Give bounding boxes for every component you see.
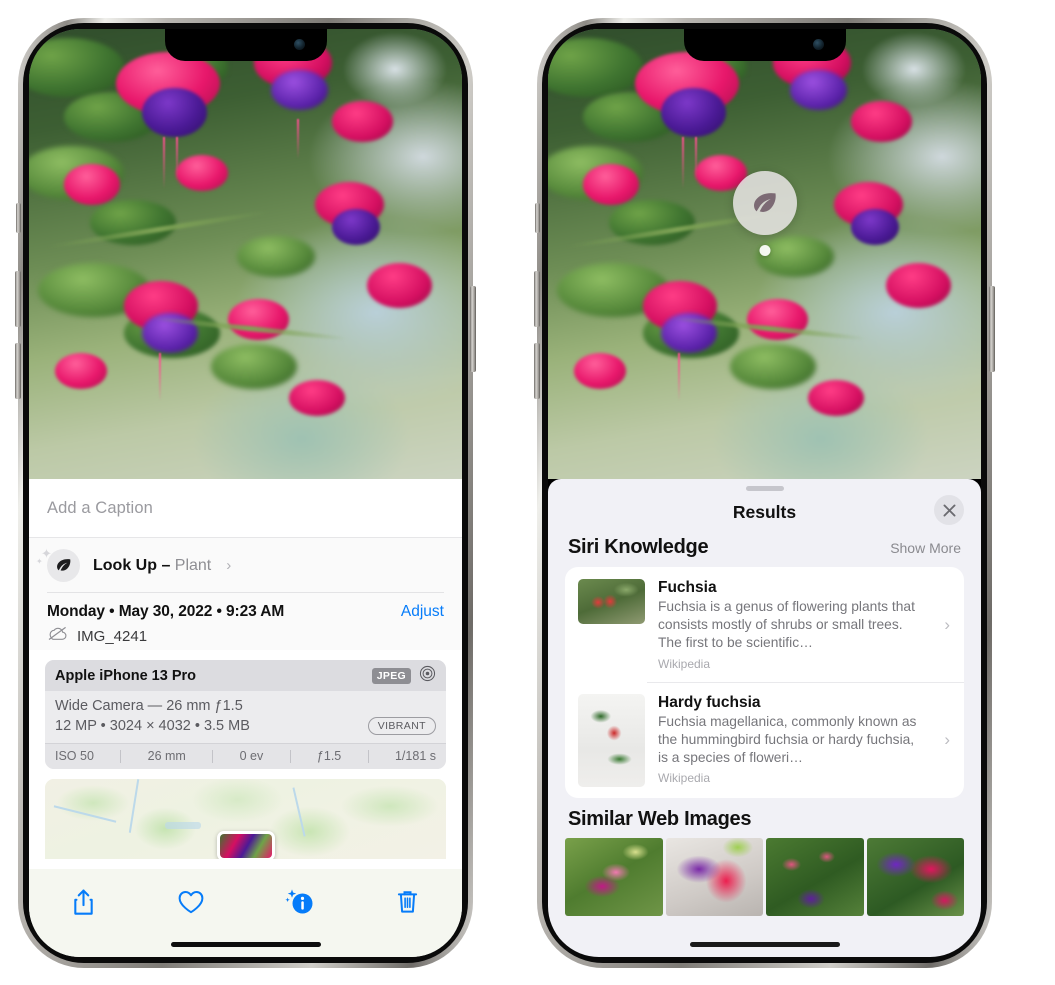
- knowledge-row[interactable]: Fuchsia Fuchsia is a genus of flowering …: [565, 567, 964, 682]
- power-button[interactable]: [989, 286, 995, 372]
- favorite-button[interactable]: [168, 881, 214, 923]
- web-image-thumbnail[interactable]: [565, 837, 663, 916]
- similar-web-images-header: Similar Web Images: [548, 798, 981, 838]
- knowledge-source: Wikipedia: [658, 771, 711, 786]
- knowledge-title: Fuchsia: [658, 579, 717, 596]
- knowledge-description: Fuchsia is a genus of flowering plants t…: [658, 599, 915, 651]
- web-image-thumbnail[interactable]: [766, 837, 864, 916]
- delete-button[interactable]: [385, 881, 431, 923]
- knowledge-description: Fuchsia magellanica, commonly known as t…: [658, 713, 917, 766]
- sparkle-small-icon: ✦: [36, 557, 43, 566]
- adjust-button[interactable]: Adjust: [401, 603, 444, 621]
- photo-viewer-left[interactable]: [29, 29, 462, 479]
- caption-field[interactable]: Add a Caption: [29, 479, 462, 538]
- cloud-slash-icon: [47, 626, 68, 646]
- front-camera: [293, 39, 305, 50]
- volume-up-button[interactable]: [15, 271, 21, 327]
- info-button[interactable]: [277, 881, 323, 923]
- photo-date: Monday • May 30, 2022 • 9:23 AM: [47, 603, 285, 620]
- look-up-row[interactable]: ✦ ✦ Look Up – Plant ›: [29, 538, 462, 593]
- exif-aperture: ƒ1.5: [316, 749, 342, 763]
- visual-lookup-anchor-dot: [759, 245, 770, 256]
- chevron-right-icon: ›: [226, 557, 232, 574]
- web-image-thumbnail[interactable]: [866, 837, 964, 916]
- location-map[interactable]: [45, 779, 446, 859]
- section-title: Siri Knowledge: [568, 536, 709, 558]
- volume-down-button[interactable]: [15, 343, 21, 399]
- web-image-thumbnail[interactable]: [665, 837, 763, 916]
- leaf-icon: [47, 549, 80, 582]
- section-title: Similar Web Images: [568, 807, 752, 830]
- mute-switch[interactable]: [16, 203, 21, 233]
- lens-info: Wide Camera — 26 mm ƒ1.5: [55, 698, 243, 714]
- power-button[interactable]: [470, 286, 476, 372]
- chevron-right-icon: ›: [944, 730, 950, 750]
- home-indicator[interactable]: [689, 942, 840, 947]
- knowledge-row[interactable]: Hardy fuchsia Fuchsia magellanica, commo…: [565, 681, 964, 798]
- similar-web-images-row: [548, 837, 981, 916]
- aperture-icon: [419, 665, 436, 687]
- show-more-button[interactable]: Show More: [890, 540, 961, 556]
- siri-knowledge-header: Siri Knowledge Show More: [548, 533, 981, 567]
- photo-filename: IMG_4241: [77, 627, 148, 645]
- exif-row: ISO 50 26 mm 0 ev ƒ1.5 1/181 s: [45, 743, 446, 769]
- siri-knowledge-card: Fuchsia Fuchsia is a genus of flowering …: [565, 567, 964, 798]
- volume-up-button[interactable]: [534, 271, 540, 327]
- knowledge-thumbnail: [578, 693, 645, 787]
- iphone-left: Add a Caption ✦ ✦ Look Up – Plant › Mond…: [15, 18, 476, 968]
- visual-lookup-leaf-badge[interactable]: [732, 171, 797, 235]
- photo-viewer-right[interactable]: [548, 29, 981, 479]
- notch: [683, 29, 846, 61]
- home-indicator[interactable]: [170, 942, 321, 947]
- exif-exposure: 0 ev: [239, 749, 264, 763]
- share-button[interactable]: [60, 881, 106, 923]
- screenshot-canvas: Add a Caption ✦ ✦ Look Up – Plant › Mond…: [0, 0, 1055, 985]
- exif-focal: 26 mm: [147, 749, 186, 763]
- knowledge-source: Wikipedia: [658, 656, 711, 671]
- look-up-label: Look Up – Plant: [93, 556, 212, 574]
- exif-shutter: 1/181 s: [394, 749, 436, 763]
- results-title: Results: [732, 501, 797, 522]
- exif-iso: ISO 50: [55, 749, 94, 763]
- mute-switch[interactable]: [535, 203, 540, 233]
- camera-info-card: Apple iPhone 13 Pro JPEG Wide Camera — 2…: [45, 660, 446, 769]
- caption-placeholder: Add a Caption: [47, 498, 153, 517]
- chevron-right-icon: ›: [944, 614, 950, 634]
- style-badge: VIBRANT: [367, 717, 436, 735]
- close-icon[interactable]: [934, 495, 964, 525]
- photo-pin[interactable]: [216, 831, 275, 859]
- results-sheet: Results Siri Knowledge Show More Fuchsia…: [548, 479, 981, 957]
- front-camera: [812, 39, 824, 50]
- screen-left: Add a Caption ✦ ✦ Look Up – Plant › Mond…: [29, 29, 462, 957]
- camera-model: Apple iPhone 13 Pro: [55, 667, 196, 684]
- notch: [164, 29, 327, 61]
- knowledge-title: Hardy fuchsia: [658, 693, 761, 711]
- screen-right: Results Siri Knowledge Show More Fuchsia…: [548, 29, 981, 957]
- volume-down-button[interactable]: [534, 343, 540, 399]
- format-badge: JPEG: [371, 667, 411, 684]
- image-specs: 12 MP • 3024 × 4032 • 3.5 MB: [55, 718, 250, 734]
- knowledge-thumbnail: [578, 579, 645, 624]
- iphone-right: Results Siri Knowledge Show More Fuchsia…: [534, 18, 995, 968]
- photo-metadata: Monday • May 30, 2022 • 9:23 AM Adjust I…: [29, 593, 462, 650]
